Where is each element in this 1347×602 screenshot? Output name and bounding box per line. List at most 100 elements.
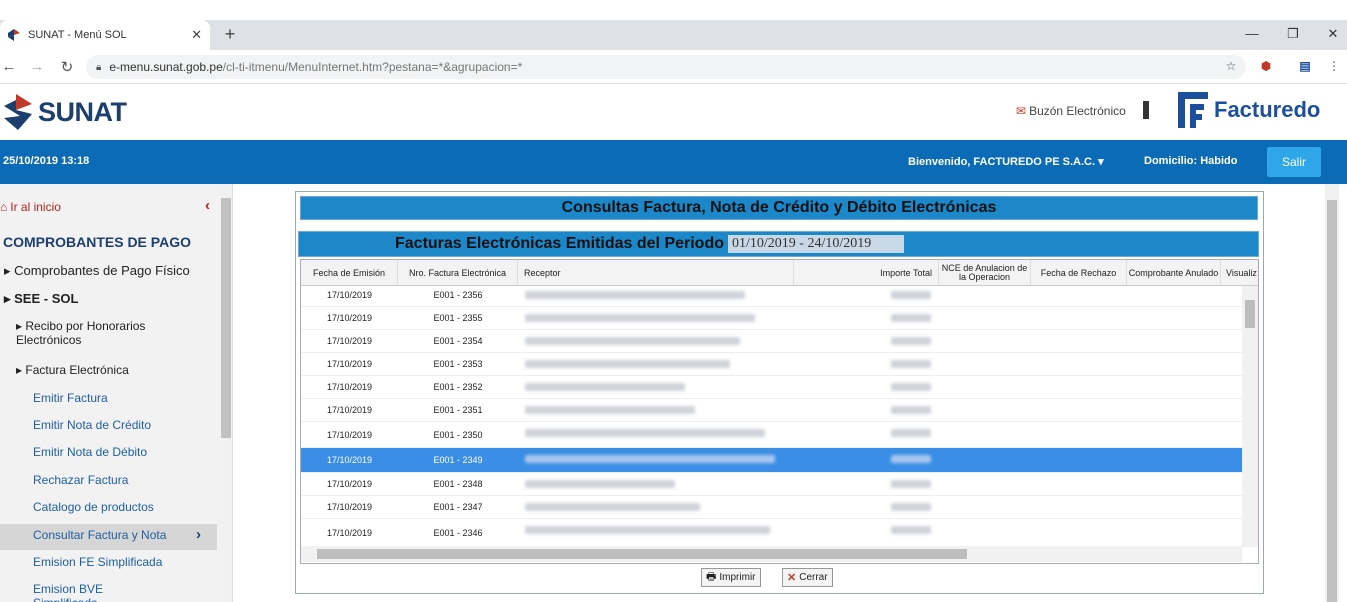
cell-nro-factura: E001 - 2355 [433,313,483,323]
minimize-icon[interactable]: — [1242,26,1262,41]
column-header[interactable]: Visualiz [1221,260,1258,286]
column-header[interactable]: Fecha de Emisión [301,260,398,286]
forward-icon[interactable]: → [28,58,46,75]
extension-icon[interactable]: ▤ [1297,59,1313,73]
table-row[interactable]: 17/10/2019 E001 - 2347 [301,496,1242,519]
window-close-icon[interactable]: ✕ [1323,26,1343,42]
chevron-right-icon: › [196,526,201,543]
cell-nro-factura: E001 - 2349 [433,455,483,465]
close-tab-icon[interactable]: ✕ [191,27,202,43]
url-field[interactable]: 🔒︎ e-menu.sunat.gob.pe/cl-ti-itmenu/Menu… [86,55,1246,79]
cell-nro-factura: E001 - 2346 [433,527,483,538]
favicon-icon [8,29,20,41]
redacted-importe [891,360,931,368]
column-header[interactable]: Fecha de Rechazo [1031,260,1127,286]
table-vertical-thumb[interactable] [1245,300,1255,328]
sidebar-item-rechazar-factura[interactable]: Rechazar Factura [33,473,128,487]
envelope-icon: ✉ [1016,104,1027,118]
table-row[interactable]: 17/10/2019 E001 - 2350 [301,422,1242,448]
chevron-down-icon: ▾ [1098,156,1104,168]
redacted-receptor [525,455,775,463]
home-link[interactable]: ⌂ Ir al inicio [0,200,61,214]
domicilio-status: Domicilio: Habido [1144,155,1238,167]
new-tab-icon[interactable]: + [220,24,240,45]
star-icon[interactable]: ☆ [1223,59,1239,73]
redacted-importe [891,526,931,534]
redacted-importe [891,503,931,511]
sidebar-scroll-thumb[interactable] [221,198,231,438]
home-label: Ir al inicio [10,200,61,214]
table-row[interactable]: 17/10/2019 E001 - 2352 [301,376,1242,399]
session-bar: 25/10/2019 13:18 Bienvenido, FACTUREDO P… [0,140,1347,184]
sidebar-item-emitir-nota-debito[interactable]: Emitir Nota de Débito [33,445,147,459]
table-row[interactable]: 17/10/2019 E001 - 2349 [301,448,1242,473]
welcome-text: Bienvenido, FACTUREDO PE S.A.C. [908,156,1096,168]
sidebar-item-catalogo[interactable]: Catalogo de productos [33,500,154,514]
sunat-logo[interactable]: SUNAT [2,94,127,130]
cell-nro-factura: E001 - 2351 [433,405,483,415]
menu-icon[interactable]: ⋮ [1326,59,1342,73]
period-header: Facturas Electrónicas Emitidas del Perio… [298,231,1259,257]
redacted-receptor [525,383,685,391]
cell-nro-factura: E001 - 2347 [433,502,483,512]
back-icon[interactable]: ← [0,58,18,75]
table-row[interactable]: 17/10/2019 E001 - 2348 [301,473,1242,496]
cell-nro-factura: E001 - 2354 [433,336,483,346]
sidebar-group-see-sol[interactable]: ▸ SEE - SOL [4,291,78,307]
sidebar-group-fisico[interactable]: ▸ Comprobantes de Pago Físico [4,263,190,279]
sidebar: ⌂ Ir al inicio ‹ COMPROBANTES DE PAGO ▸ … [0,184,233,602]
chevron-left-icon[interactable]: ‹ [205,197,210,214]
cell-nro-factura: E001 - 2348 [433,479,483,489]
cell-nro-factura: E001 - 2352 [433,382,483,392]
redacted-importe [891,291,931,299]
buzon-link[interactable]: ✉ Buzón Electrónico [1016,104,1126,118]
sidebar-item-emision-fe[interactable]: Emision FE Simplificada [33,555,162,569]
sidebar-subgroup-honorarios[interactable]: ▸ Recibo por Honorarios Electrónicos [16,319,186,347]
cell-fecha: 17/10/2019 [326,382,373,392]
maximize-icon[interactable]: ❐ [1283,26,1303,42]
page-scroll-thumb[interactable] [1327,200,1337,602]
cell-nro-factura: E001 - 2353 [433,359,483,369]
column-header[interactable]: NCE de Anulacion de la Operacion [939,260,1031,286]
url-host: e-menu.sunat.gob.pe [109,60,223,74]
sidebar-group-label: Comprobantes de Pago Físico [14,263,190,278]
notification-indicator [1143,101,1149,119]
redacted-receptor [525,337,740,345]
redacted-receptor [525,526,770,534]
sidebar-item-emitir-factura[interactable]: Emitir Factura [33,391,108,405]
session-datetime: 25/10/2019 13:18 [3,155,90,167]
facturas-table: Fecha de Emisión Nro. Factura Electrónic… [300,259,1259,564]
welcome-menu[interactable]: Bienvenido, FACTUREDO PE S.A.C. ▾ [908,155,1104,168]
lock-icon: 🔒︎ [96,61,102,73]
cell-fecha: 17/10/2019 [326,405,373,415]
url-path: /cl-ti-itmenu/MenuInternet.htm?pestana=*… [222,60,523,74]
table-row[interactable]: 17/10/2019 E001 - 2353 [301,353,1242,376]
page-title: Consultas Factura, Nota de Crédito y Déb… [300,196,1258,220]
table-row[interactable]: 17/10/2019 E001 - 2356 [301,284,1242,307]
close-button[interactable]: ✕ Cerrar [782,568,833,587]
table-row[interactable]: 17/10/2019 E001 - 2355 [301,307,1242,330]
sidebar-subgroup-factura[interactable]: ▸ Factura Electrónica [16,363,129,377]
print-button[interactable]: 🖶︎ Imprimir [701,568,761,587]
column-header[interactable]: Nro. Factura Electrónica [398,260,518,286]
table-row[interactable]: 17/10/2019 E001 - 2354 [301,330,1242,353]
logout-button[interactable]: Salir [1267,147,1321,177]
sidebar-item-consultar[interactable]: Consultar Factura y Nota [33,528,166,542]
column-header[interactable]: Importe Total [794,260,939,286]
column-header[interactable]: Comprobante Anulado [1127,260,1221,286]
facturedo-logo-text: Facturedo [1214,97,1321,122]
extension-icon[interactable]: ⬢ [1258,59,1274,73]
site-header: SUNAT ✉ Buzón Electrónico Facturedo [0,84,1347,140]
table-horizontal-thumb[interactable] [317,549,967,559]
cell-fecha: 17/10/2019 [326,455,373,465]
browser-tab[interactable]: SUNAT - Menú SOL ✕ [0,20,210,50]
facturedo-logo-icon [1178,92,1208,128]
redacted-importe [891,480,931,488]
sidebar-item-emision-bve[interactable]: Emision BVE Simplificada [33,582,143,602]
column-header[interactable]: Receptor [518,260,794,286]
sidebar-item-emitir-nota-credito[interactable]: Emitir Nota de Crédito [33,418,151,432]
period-title: Facturas Electrónicas Emitidas del Perio… [395,235,724,252]
table-row[interactable]: 17/10/2019 E001 - 2346 [301,519,1242,547]
table-row[interactable]: 17/10/2019 E001 - 2351 [301,399,1242,422]
reload-icon[interactable]: ↻ [58,58,76,76]
